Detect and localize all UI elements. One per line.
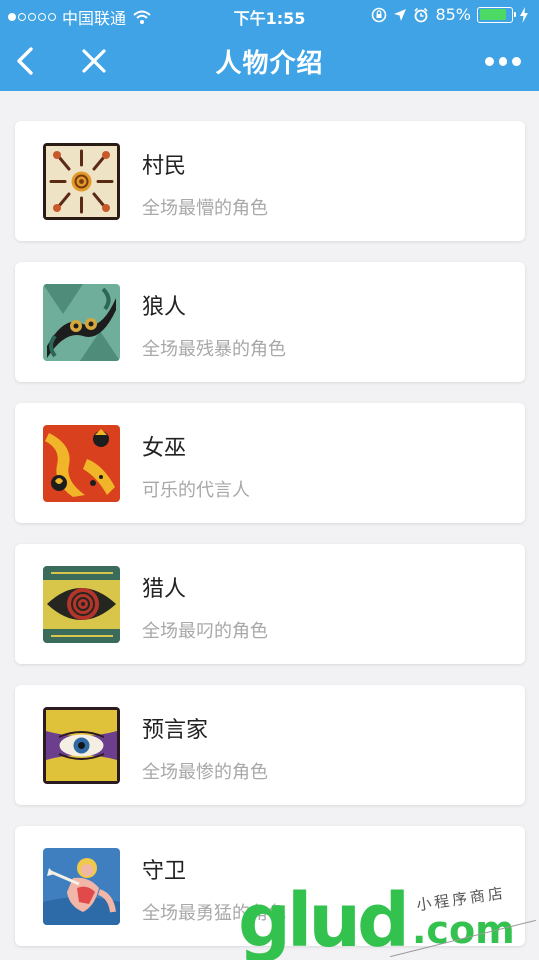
role-name: 村民 xyxy=(142,154,187,179)
role-name: 预言家 xyxy=(142,718,209,743)
battery-percent: 85% xyxy=(435,5,471,24)
role-card-witch[interactable]: 女巫 可乐的代言人 xyxy=(15,403,525,523)
navigation-bar: 人物介绍 xyxy=(0,31,539,91)
role-card-seer[interactable]: 预言家 全场最惨的角色 xyxy=(15,685,525,805)
villager-card-image xyxy=(43,143,120,220)
role-card-werewolf[interactable]: 狼人 全场最残暴的角色 xyxy=(15,262,525,382)
charging-bolt-icon xyxy=(520,6,528,23)
role-description: 全场最叼的角色 xyxy=(142,621,268,642)
role-card-hunter[interactable]: 猎人 全场最叼的角色 xyxy=(15,544,525,664)
role-description: 可乐的代言人 xyxy=(142,480,250,501)
role-name: 猎人 xyxy=(142,577,187,602)
more-dots-icon[interactable] xyxy=(485,53,522,69)
status-bar: 中国联通 下午1:55 85% xyxy=(0,0,539,31)
role-card-guard[interactable]: 守卫 全场最勇猛的角色 xyxy=(15,826,525,946)
werewolf-card-image xyxy=(43,284,120,361)
status-right: 85% xyxy=(371,5,529,24)
role-card-villager[interactable]: 村民 全场最懵的角色 xyxy=(15,121,525,241)
role-name: 狼人 xyxy=(142,295,187,320)
role-description: 全场最残暴的角色 xyxy=(142,339,286,360)
role-list: 村民 全场最懵的角色 狼人 全场最残暴的角色 女巫 可乐的代言人 猎人 全场最叼… xyxy=(15,121,525,960)
role-name: 女巫 xyxy=(142,436,187,461)
location-arrow-icon xyxy=(394,8,407,21)
role-description: 全场最懵的角色 xyxy=(142,198,268,219)
role-description: 全场最勇猛的角色 xyxy=(142,903,286,924)
battery-icon xyxy=(477,6,516,23)
alarm-icon xyxy=(414,7,429,22)
battery-fill xyxy=(479,9,506,20)
role-description: 全场最惨的角色 xyxy=(142,762,268,783)
rotation-lock-icon xyxy=(372,7,387,22)
seer-card-image xyxy=(43,707,120,784)
guard-card-image xyxy=(43,848,120,925)
witch-card-image xyxy=(43,425,120,502)
role-name: 守卫 xyxy=(142,859,187,884)
hunter-card-image xyxy=(43,566,120,643)
page-title: 人物介绍 xyxy=(215,49,324,79)
